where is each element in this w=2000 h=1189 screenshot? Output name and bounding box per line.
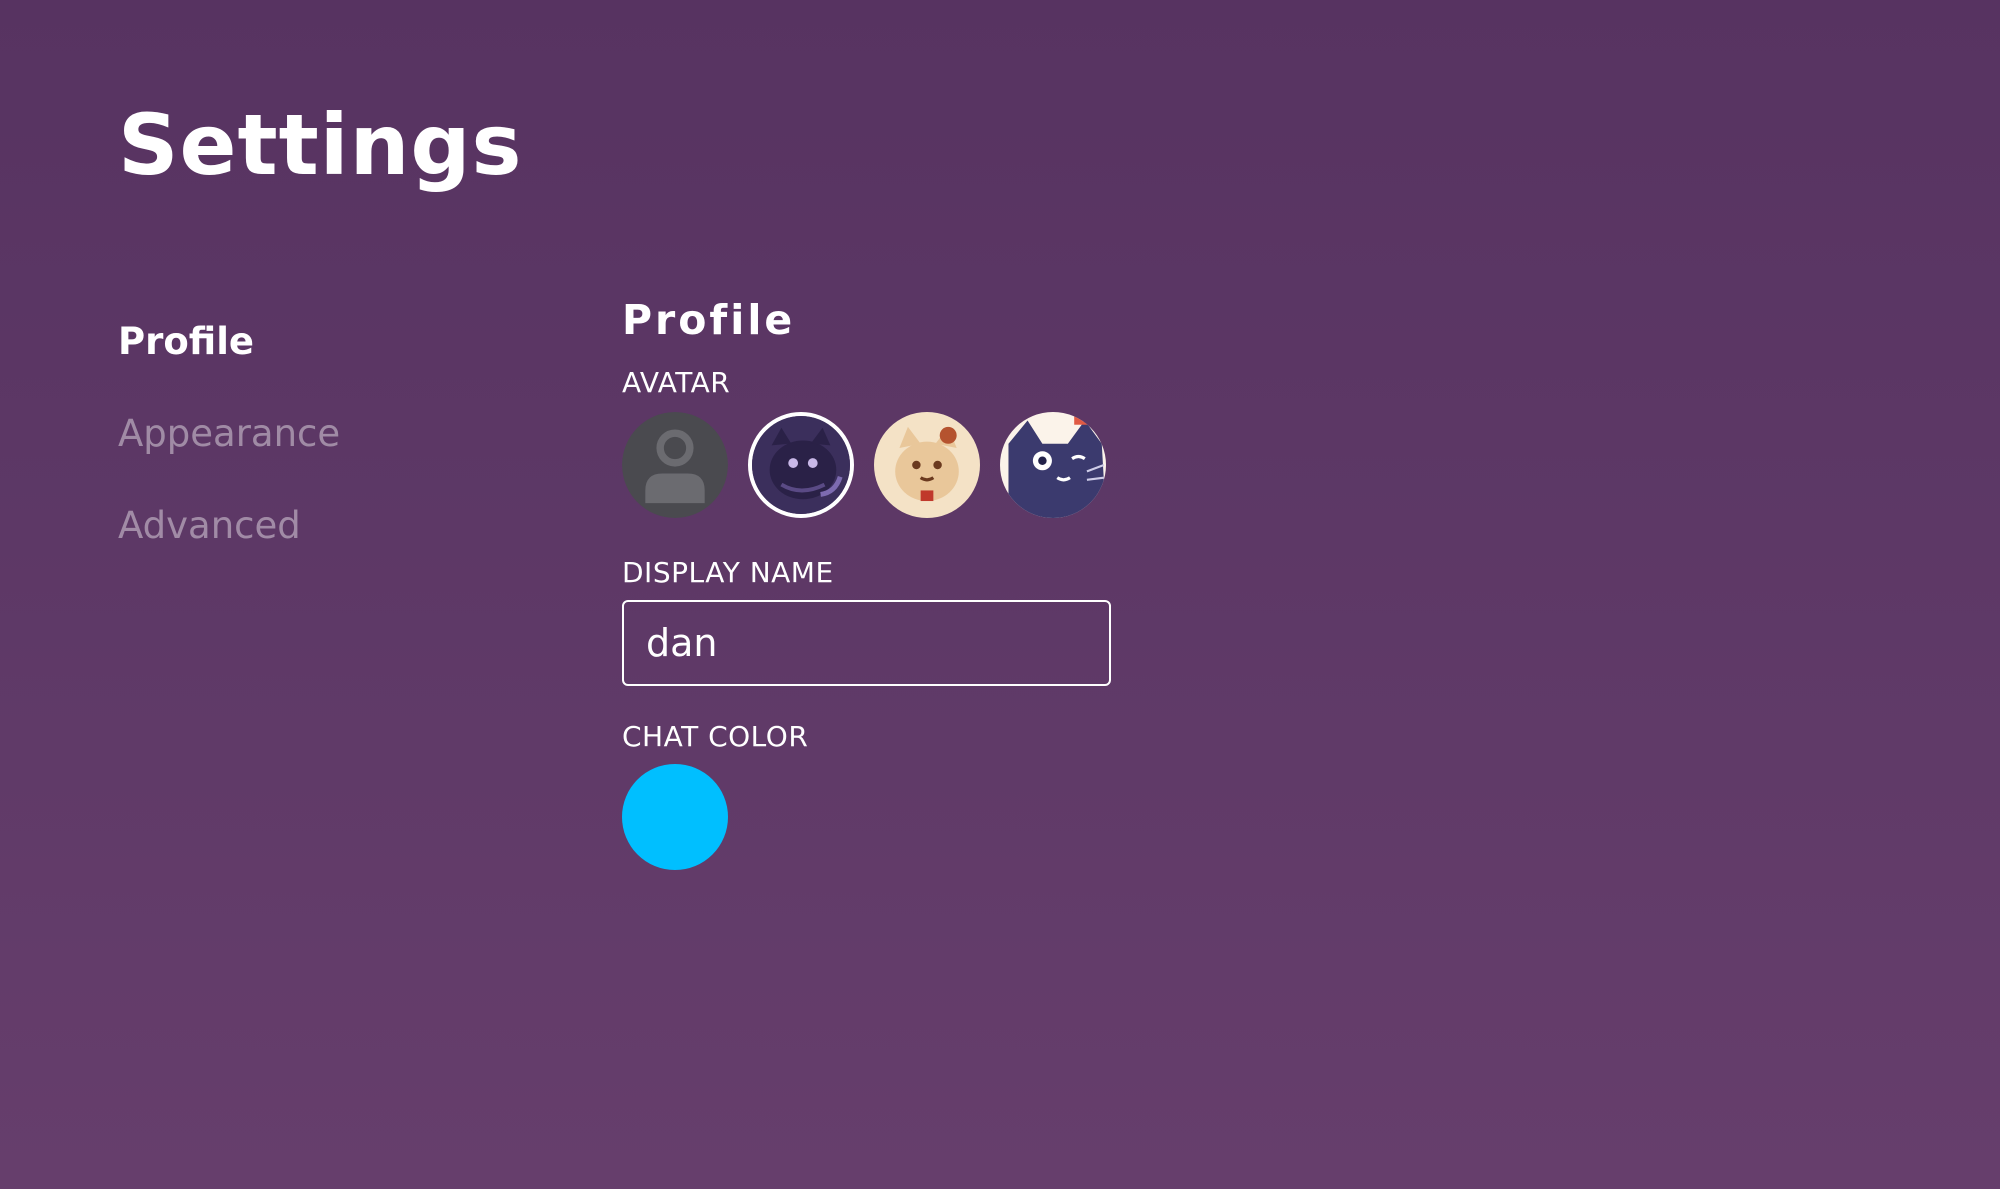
default-user-icon[interactable] [622, 412, 728, 518]
cream-cat-avatar[interactable] [874, 412, 980, 518]
sidebar-item-advanced[interactable]: Advanced [118, 496, 478, 556]
purple-cat-avatar[interactable] [748, 412, 854, 518]
settings-sidebar: Profile Appearance Advanced [118, 312, 478, 588]
navy-cat-avatar[interactable] [1000, 412, 1106, 518]
page-title: Settings [118, 96, 523, 194]
chat-color-swatch[interactable] [622, 764, 728, 870]
profile-panel: Profile AVATAR DISPLAY NAME dan CHAT COL… [622, 290, 1322, 870]
display-name-label: DISPLAY NAME [622, 556, 834, 589]
avatar-picker [622, 412, 1322, 518]
display-name-input[interactable] [622, 600, 1111, 686]
chat-color-label: CHAT COLOR [622, 720, 809, 753]
sidebar-item-appearance[interactable]: Appearance [118, 404, 478, 464]
section-title: Profile [622, 296, 796, 344]
avatar-label: AVATAR [622, 366, 731, 399]
sidebar-item-profile[interactable]: Profile [118, 312, 478, 372]
